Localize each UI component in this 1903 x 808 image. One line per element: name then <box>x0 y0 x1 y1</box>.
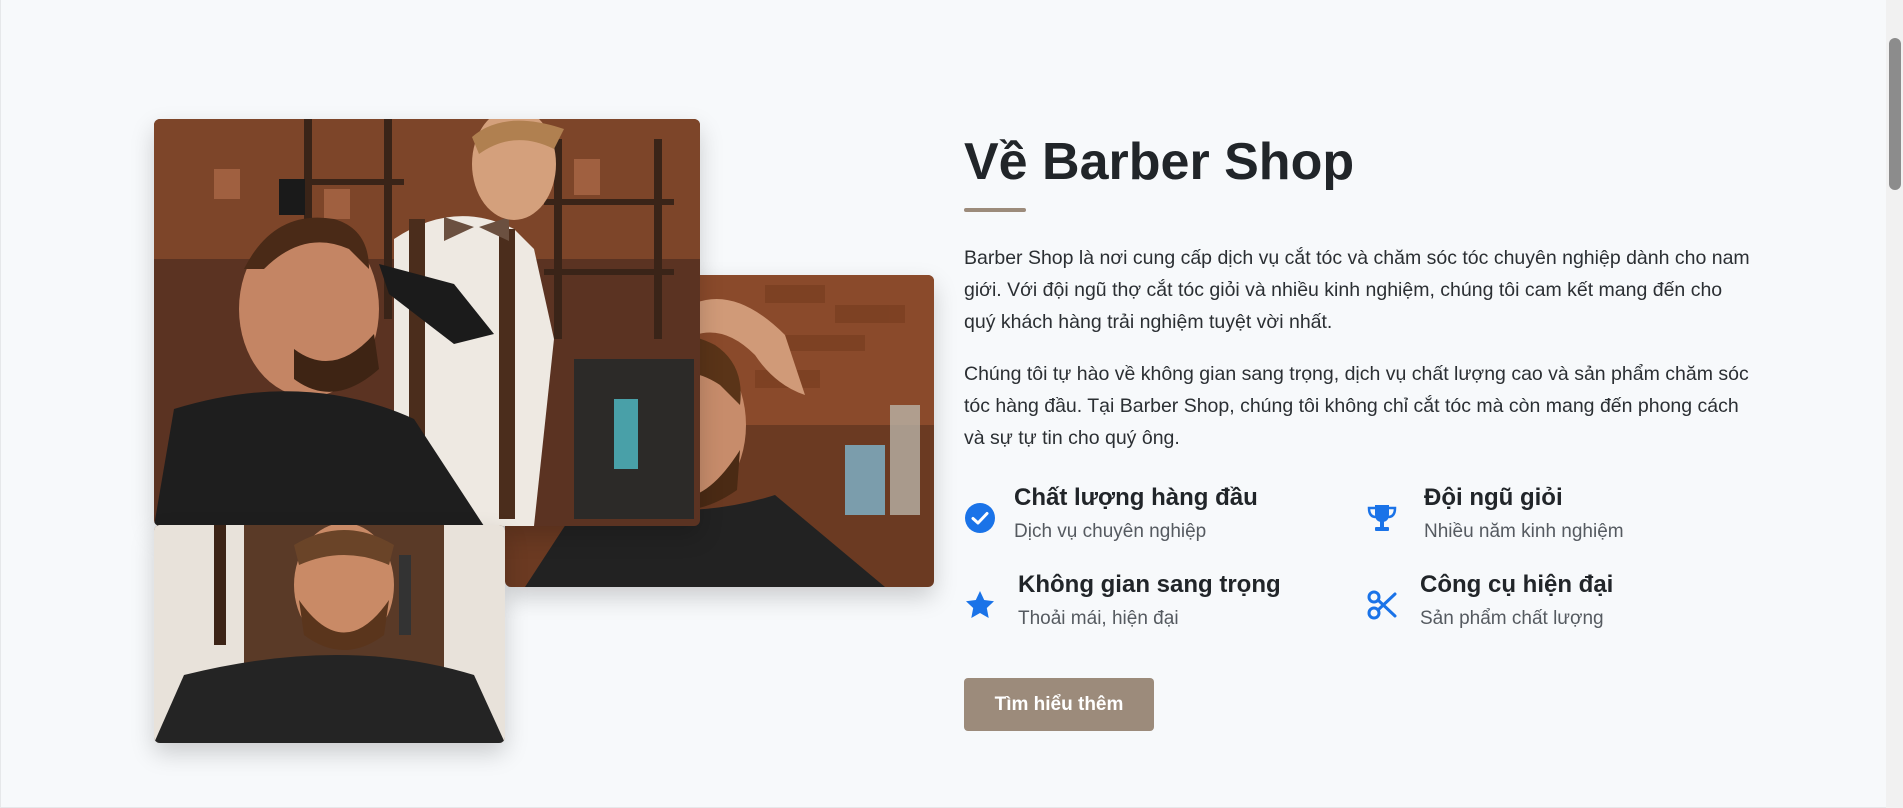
feature-title: Công cụ hiện đại <box>1420 571 1614 598</box>
title-divider <box>964 208 1026 212</box>
trophy-icon <box>1366 502 1398 534</box>
check-circle-icon <box>964 502 996 534</box>
feature-subtitle: Nhiều năm kinh nghiệm <box>1424 521 1624 542</box>
feature-space: Không gian sang trọng Thoải mái, hiện đạ… <box>964 571 1364 637</box>
feature-title: Đội ngũ giỏi <box>1424 484 1563 511</box>
feature-subtitle: Sản phẩm chất lượng <box>1420 608 1604 629</box>
feature-team: Đội ngũ giỏi Nhiều năm kinh nghiệm <box>1366 484 1766 550</box>
feature-tools: Công cụ hiện đại Sản phẩm chất lượng <box>1366 571 1766 637</box>
intro-paragraph: Barber Shop là nơi cung cấp dịch vụ cắt … <box>964 247 1750 333</box>
scrollbar-thumb[interactable] <box>1889 38 1901 190</box>
feature-quality: Chất lượng hàng đầu Dịch vụ chuyên nghiệ… <box>964 484 1364 550</box>
feature-subtitle: Thoải mái, hiện đại <box>1018 608 1179 629</box>
learn-more-button[interactable]: Tìm hiểu thêm <box>964 678 1154 731</box>
detail-paragraph: Chúng tôi tự hào về không gian sang trọn… <box>964 363 1749 449</box>
about-section: Về Barber Shop Barber Shop là nơi cung c… <box>0 0 1886 808</box>
feature-subtitle: Dịch vụ chuyên nghiệp <box>1014 521 1207 542</box>
page-scrollbar[interactable] <box>1886 0 1903 808</box>
feature-title: Không gian sang trọng <box>1018 571 1281 598</box>
star-icon <box>964 589 996 621</box>
feature-title: Chất lượng hàng đầu <box>1014 484 1258 511</box>
section-title: Về Barber Shop <box>964 133 1355 191</box>
scissors-icon <box>1366 589 1398 621</box>
photo-barber-blow-dry <box>154 119 700 526</box>
photo-bearded-client <box>154 525 505 743</box>
